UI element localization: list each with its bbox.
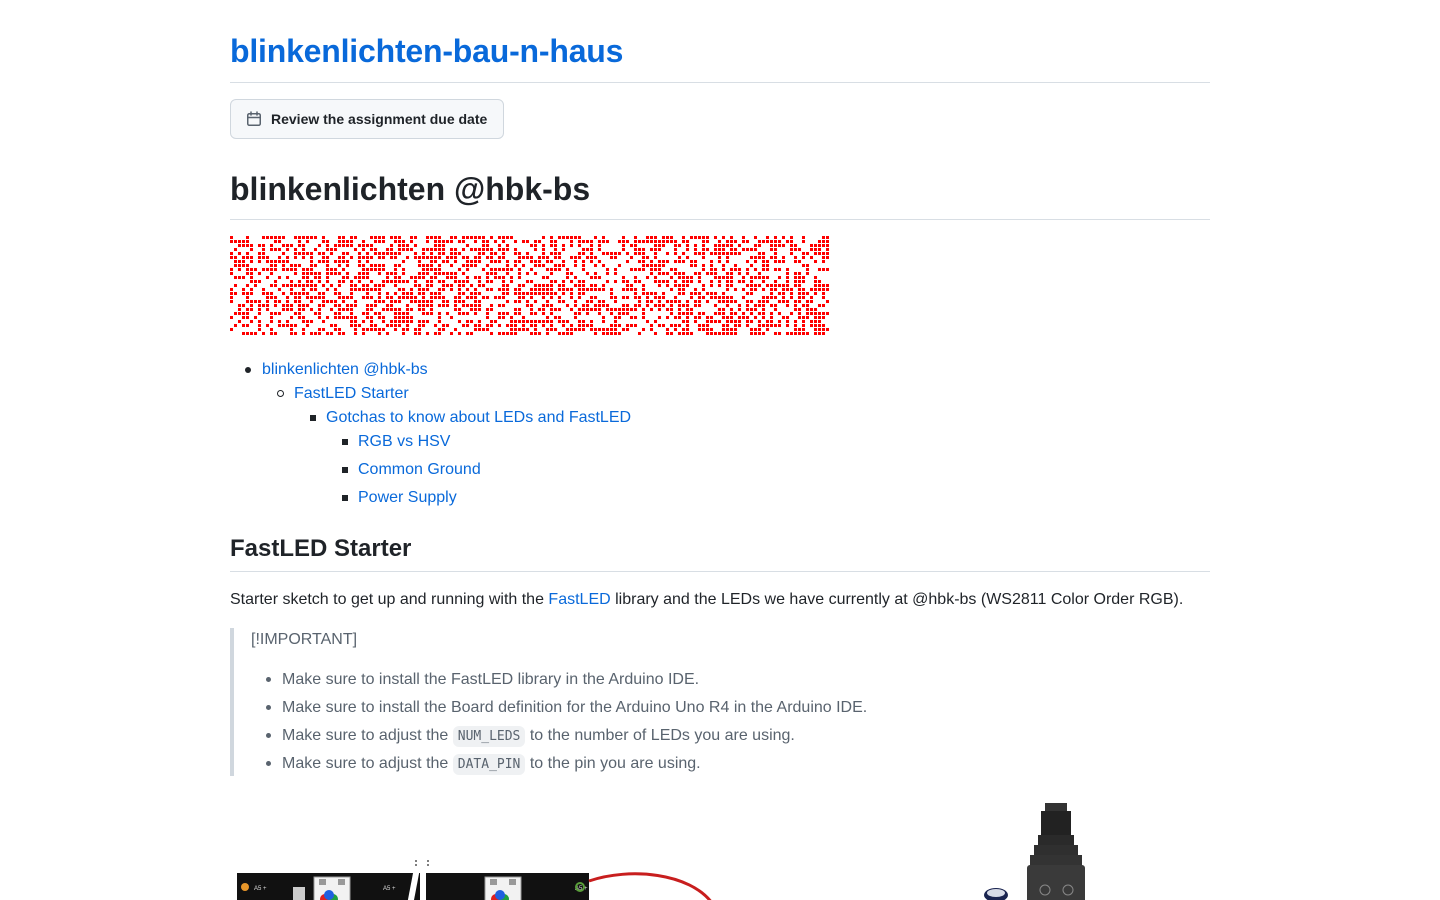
bullet-disc-icon (245, 367, 251, 373)
bullet-disc-icon (266, 677, 271, 682)
section-paragraph: Starter sketch to get up and running wit… (230, 590, 1183, 610)
svg-text:A5 +: A5 + (254, 886, 267, 892)
toc-link-fastled-starter[interactable]: FastLED Starter (294, 385, 409, 402)
fastled-link[interactable]: FastLED (548, 591, 610, 608)
bullet-square-icon (310, 415, 316, 421)
review-due-date-button[interactable]: Review the assignment due date (230, 99, 504, 139)
toc-link-gotchas[interactable]: Gotchas to know about LEDs and FastLED (326, 409, 631, 426)
list-item: Make sure to install the Board definitio… (266, 698, 868, 718)
bullet-square-icon (342, 467, 348, 473)
wiring-diagram-image: A5 + A5 + A5 + (237, 803, 1085, 900)
inline-code: DATA_PIN (452, 754, 526, 775)
list-item: Make sure to install the FastLED library… (266, 670, 700, 690)
bullet-disc-icon (266, 761, 271, 766)
list-item-text: Make sure to install the Board definitio… (282, 699, 868, 716)
bullet-square-icon (342, 439, 348, 445)
paragraph-text: library and the LEDs we have currently a… (610, 591, 1184, 608)
toc-link-blinkenlichten[interactable]: blinkenlichten @hbk-bs (262, 361, 428, 378)
svg-text:A5 +: A5 + (383, 886, 396, 892)
important-callout: [!IMPORTANT] Make sure to install the Fa… (230, 628, 1210, 776)
toc-item: FastLED Starter (277, 382, 409, 406)
paragraph-text: Starter sketch to get up and running wit… (230, 591, 549, 608)
bullet-disc-icon (266, 733, 271, 738)
divider (230, 82, 1210, 83)
page-heading: blinkenlichten @hbk-bs (230, 171, 591, 207)
bullet-square-icon (342, 495, 348, 501)
bullet-disc-icon (266, 705, 271, 710)
list-item: Make sure to adjust the NUM_LEDS to the … (266, 726, 795, 747)
section-heading: FastLED Starter (230, 535, 412, 562)
review-due-date-label: Review the assignment due date (271, 111, 488, 127)
calendar-icon (246, 111, 262, 127)
list-item-text: to the pin you are using. (525, 755, 701, 772)
toc-item: RGB vs HSV (342, 430, 450, 454)
inline-code: NUM_LEDS (452, 726, 526, 747)
toc-item: Gotchas to know about LEDs and FastLED (310, 406, 631, 430)
led-matrix-banner-image (230, 236, 829, 335)
list-item: Make sure to adjust the DATA_PIN to the … (266, 754, 701, 775)
toc-item: blinkenlichten @hbk-bs (245, 358, 428, 382)
list-item-text: Make sure to adjust the (282, 727, 453, 744)
list-item-text: Make sure to install the FastLED library… (282, 671, 700, 688)
list-item-text: to the number of LEDs you are using. (525, 727, 795, 744)
bullet-circle-icon (277, 390, 284, 397)
toc-link-power-supply[interactable]: Power Supply (358, 489, 457, 506)
toc-link-common-ground[interactable]: Common Ground (358, 461, 481, 478)
divider (230, 219, 1210, 220)
toc-link-rgb-vs-hsv[interactable]: RGB vs HSV (358, 433, 450, 450)
callout-tag: [!IMPORTANT] (251, 631, 358, 648)
list-item-text: Make sure to adjust the (282, 755, 453, 772)
divider (230, 571, 1210, 572)
toc-item: Common Ground (342, 458, 481, 482)
repo-title-link[interactable]: blinkenlichten-bau-n-haus (230, 33, 623, 70)
toc-item: Power Supply (342, 486, 457, 510)
